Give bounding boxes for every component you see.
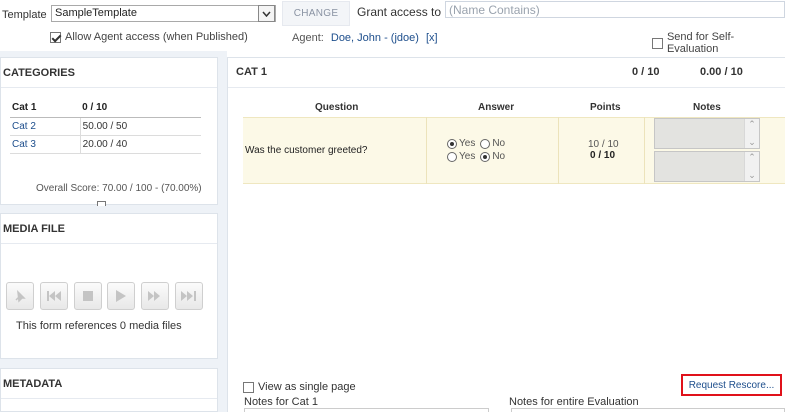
- chevron-down-icon[interactable]: ⌄: [748, 137, 756, 148]
- skip-back-icon[interactable]: [40, 282, 68, 310]
- view-single-page-option[interactable]: View as single page: [243, 381, 356, 393]
- category-score: 50.00 / 50: [80, 117, 201, 136]
- categories-title: CATEGORIES: [1, 58, 217, 88]
- divider: [426, 117, 427, 184]
- skip-end-icon[interactable]: [175, 282, 203, 310]
- notes-textarea[interactable]: ⌃ ⌄: [654, 118, 760, 149]
- answer-yes-radio[interactable]: [447, 138, 457, 149]
- view-single-page-checkbox[interactable]: [243, 381, 254, 393]
- answer-options-row-1: Yes No: [447, 138, 505, 149]
- allow-agent-option[interactable]: Allow Agent access (when Published): [50, 31, 248, 43]
- answer-no-radio[interactable]: [480, 151, 491, 162]
- chevron-down-icon[interactable]: ⌄: [748, 170, 756, 181]
- template-label: Template: [2, 9, 47, 21]
- template-select[interactable]: SampleTemplate: [51, 5, 276, 22]
- answer-no-label: No: [492, 138, 506, 149]
- notes-evaluation-label: Notes for entire Evaluation: [509, 396, 639, 408]
- table-row[interactable]: Cat 3 20.00 / 40: [10, 135, 201, 154]
- answer-yes-radio[interactable]: [447, 151, 457, 162]
- scrollbar[interactable]: ⌃ ⌄: [744, 119, 759, 148]
- grant-access-input[interactable]: (Name Contains): [445, 1, 785, 18]
- answer-yes-label: Yes: [459, 138, 476, 149]
- fast-forward-icon[interactable]: [141, 282, 169, 310]
- answer-no-label: No: [492, 151, 506, 162]
- view-single-page-label: View as single page: [258, 381, 356, 393]
- points-awarded: 0 / 10: [590, 150, 616, 161]
- answer-no-radio[interactable]: [480, 138, 491, 149]
- category-score: 0 / 10: [80, 99, 201, 118]
- answer-yes-label: Yes: [459, 151, 476, 162]
- agent-value: Doe, John - (jdoe): [330, 32, 419, 44]
- change-button[interactable]: CHANGE: [282, 1, 350, 26]
- notes-category-label: Notes for Cat 1: [244, 396, 318, 408]
- template-select-value: SampleTemplate: [55, 7, 137, 19]
- notes-evaluation-field[interactable]: [511, 408, 785, 412]
- allow-agent-checkbox[interactable]: [50, 31, 61, 43]
- divider: [644, 117, 645, 184]
- chevron-up-icon[interactable]: ⌃: [748, 152, 756, 163]
- self-evaluation-option[interactable]: Send for Self-Evaluation: [652, 31, 785, 55]
- agent-info: Agent: Doe, John - (jdoe) [x]: [292, 32, 438, 44]
- category-points-summary: 0.00 / 10: [700, 66, 743, 78]
- column-header-notes: Notes: [693, 102, 721, 113]
- metadata-title: METADATA: [1, 369, 217, 399]
- scrollbar[interactable]: ⌃ ⌄: [744, 152, 759, 181]
- pin-icon[interactable]: [6, 282, 34, 310]
- column-header-points: Points: [590, 102, 621, 113]
- overall-score-checkbox[interactable]: [97, 201, 106, 206]
- stop-icon[interactable]: [74, 282, 102, 310]
- self-evaluation-checkbox[interactable]: [652, 37, 663, 49]
- question-text: Was the customer greeted?: [245, 145, 368, 156]
- grant-access-label: Grant access to: [357, 5, 442, 19]
- answer-options-row-2: Yes No: [447, 151, 505, 162]
- points-max: 10 / 10: [588, 139, 619, 150]
- metadata-panel: METADATA: [0, 368, 218, 412]
- chevron-up-icon[interactable]: ⌃: [748, 119, 756, 130]
- table-row[interactable]: Cat 2 50.00 / 50: [10, 117, 201, 136]
- media-message: This form references 0 media files: [16, 320, 182, 332]
- category-link[interactable]: Cat 3: [12, 139, 36, 150]
- column-header-question: Question: [315, 102, 359, 113]
- category-name: Cat 1: [10, 99, 81, 118]
- category-link[interactable]: Cat 2: [12, 121, 36, 132]
- media-file-title: MEDIA FILE: [1, 214, 217, 244]
- categories-panel: CATEGORIES Cat 1 0 / 10 Cat 2 50.00 / 50…: [0, 57, 218, 206]
- play-icon[interactable]: [107, 282, 135, 310]
- category-score: 20.00 / 40: [80, 135, 201, 154]
- divider: [558, 117, 559, 184]
- self-evaluation-label: Send for Self-Evaluation: [666, 31, 735, 55]
- notes-textarea[interactable]: ⌃ ⌄: [654, 151, 760, 182]
- chevron-down-icon[interactable]: [258, 5, 275, 22]
- overall-score: Overall Score: 70.00 / 100 - (70.00%): [36, 183, 202, 194]
- allow-agent-label: Allow Agent access (when Published): [65, 31, 248, 43]
- agent-label: Agent:: [292, 32, 324, 44]
- notes-category-field[interactable]: [244, 408, 489, 412]
- table-row[interactable]: Cat 1 0 / 10: [10, 99, 201, 118]
- divider: [228, 87, 785, 88]
- column-header-answer: Answer: [478, 102, 515, 113]
- categories-table: Cat 1 0 / 10 Cat 2 50.00 / 50 Cat 3 20.0…: [10, 99, 201, 154]
- agent-remove-link[interactable]: [x]: [426, 32, 438, 44]
- category-title: CAT 1: [236, 66, 267, 78]
- category-score-summary: 0 / 10: [632, 66, 660, 78]
- request-rescore-link[interactable]: Request Rescore...: [681, 374, 782, 396]
